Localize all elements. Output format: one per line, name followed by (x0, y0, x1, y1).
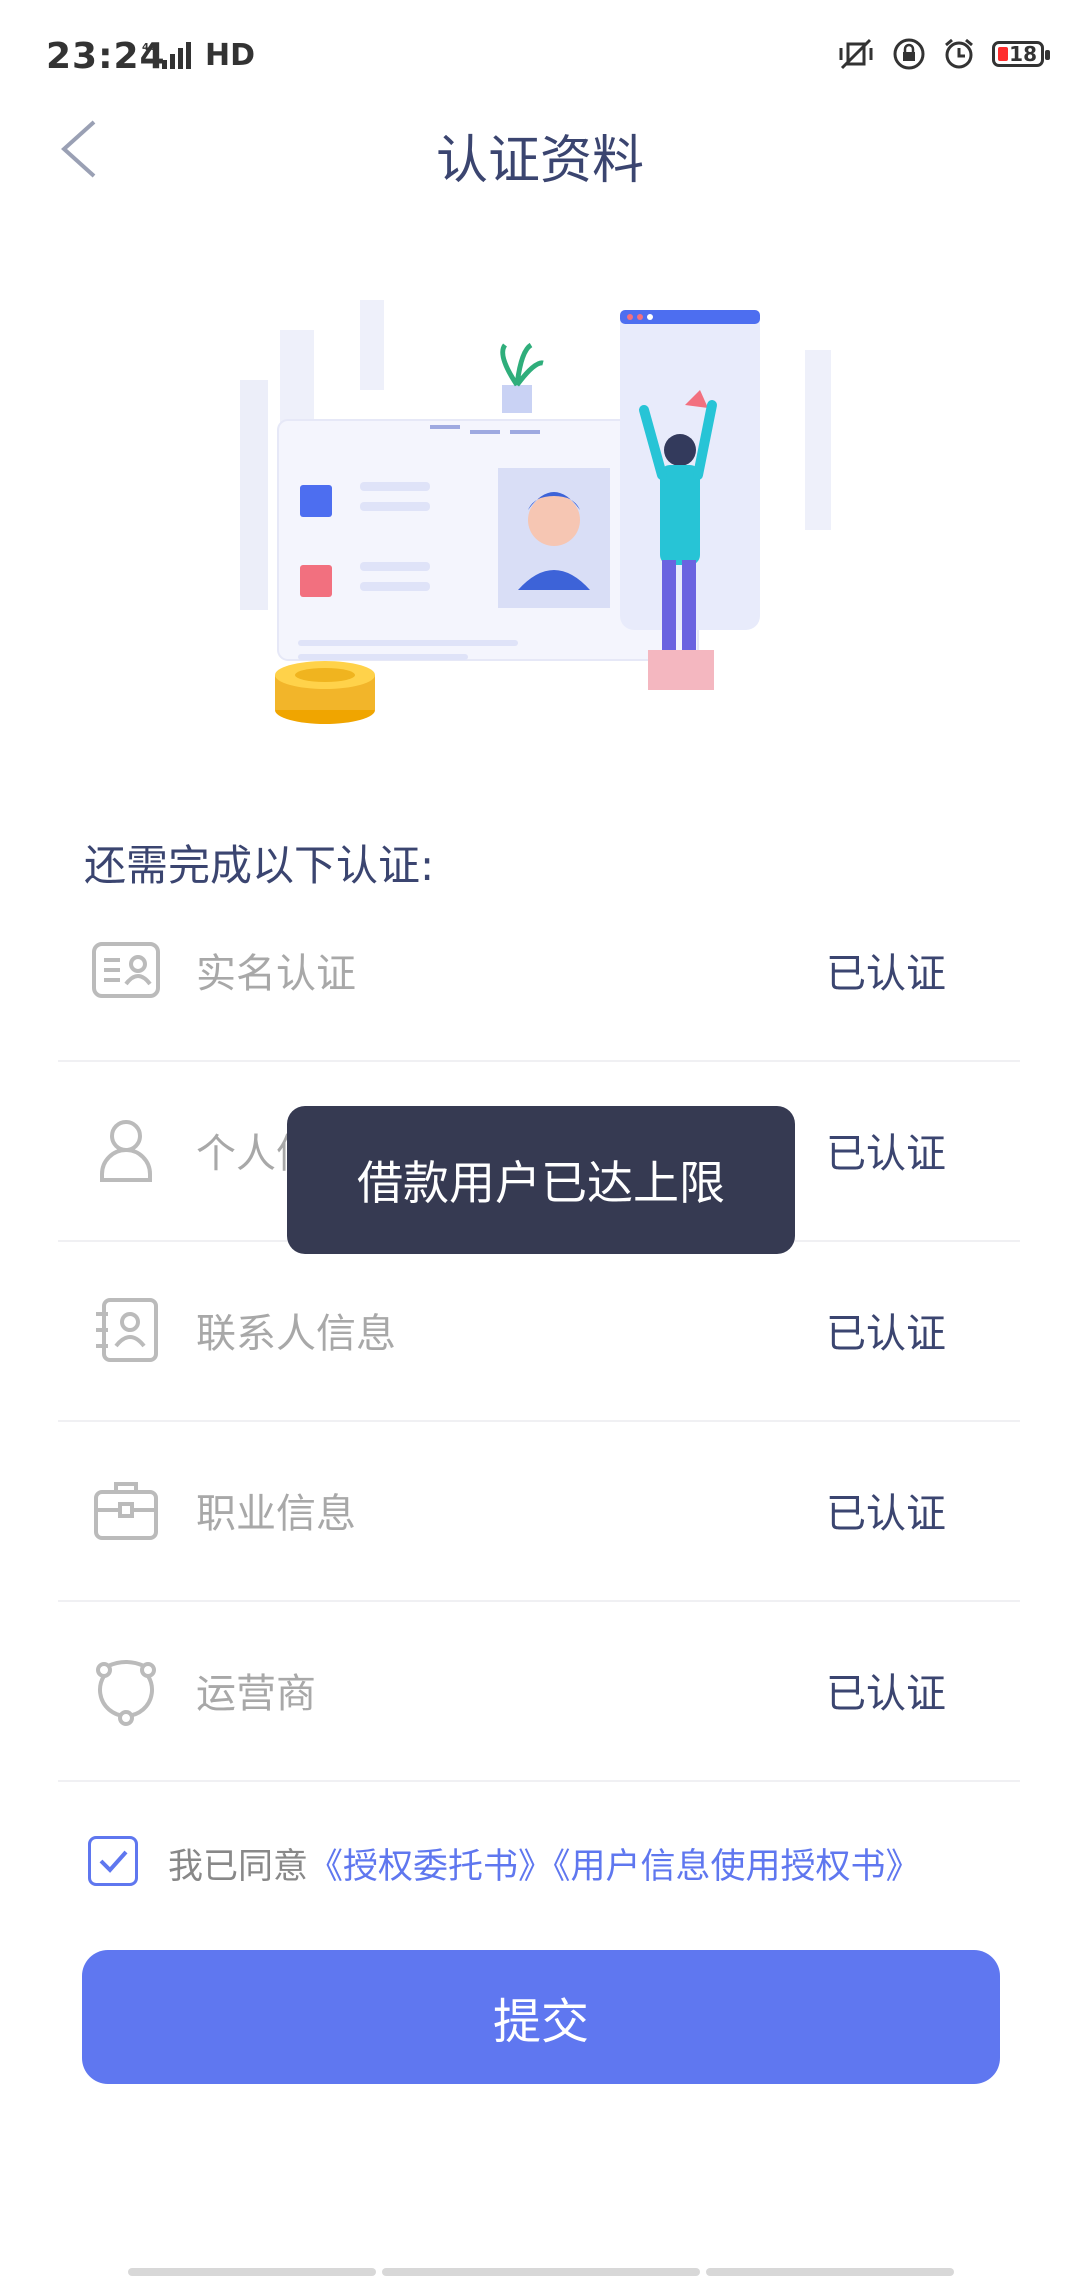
hd-indicator: HD (205, 38, 256, 73)
verification-illustration (230, 290, 850, 750)
signal-icon: 4G (142, 40, 192, 70)
toast-message: 借款用户已达上限 (287, 1106, 795, 1254)
svg-text:4G: 4G (142, 42, 157, 53)
item-status: 已认证 (826, 1671, 946, 1717)
item-status: 已认证 (826, 1491, 946, 1537)
agreement-text: 我已同意《授权委托书》《用户信息使用授权书》 (168, 1838, 921, 1889)
agreement-checkbox[interactable] (88, 1836, 138, 1886)
battery-level: 18 (1009, 42, 1037, 66)
lock-rotation-icon (893, 38, 925, 70)
item-status: 已认证 (826, 1131, 946, 1177)
item-label: 运营商 (196, 1671, 316, 1717)
item-label: 职业信息 (196, 1491, 356, 1537)
agreement-prefix: 我已同意 (168, 1847, 309, 1887)
status-icons: 18 (836, 36, 1050, 72)
item-status: 已认证 (826, 951, 946, 997)
page-title: 认证资料 (435, 131, 644, 191)
verification-item-contacts[interactable]: 联系人信息 已认证 (58, 1240, 1020, 1422)
submit-button[interactable]: 提交 (82, 1950, 1000, 2084)
user-info-authorization-link[interactable]: 《用户信息使用授权书》 (553, 1847, 921, 1887)
authorization-letter-link[interactable]: 《授权委托书》 (308, 1847, 553, 1887)
carrier-icon (96, 1660, 156, 1726)
id-card-icon (92, 942, 160, 998)
verification-item-occupation[interactable]: 职业信息 已认证 (58, 1420, 1020, 1602)
item-label: 联系人信息 (196, 1311, 396, 1357)
contact-book-icon (96, 1298, 158, 1362)
briefcase-icon (94, 1482, 158, 1540)
bottom-indicator-center (382, 2268, 700, 2276)
vibrate-mute-icon (839, 38, 873, 70)
checkmark-icon (99, 1850, 128, 1873)
item-status: 已认证 (826, 1311, 946, 1357)
item-label: 实名认证 (196, 951, 356, 997)
battery-icon: 18 (992, 41, 1050, 67)
verification-item-carrier[interactable]: 运营商 已认证 (58, 1600, 1020, 1782)
verification-item-real-name[interactable]: 实名认证 已认证 (58, 880, 1020, 1062)
person-icon (100, 1120, 152, 1182)
bottom-indicator-left (128, 2268, 376, 2276)
bottom-indicator-right (706, 2268, 954, 2276)
alarm-icon (945, 38, 973, 69)
